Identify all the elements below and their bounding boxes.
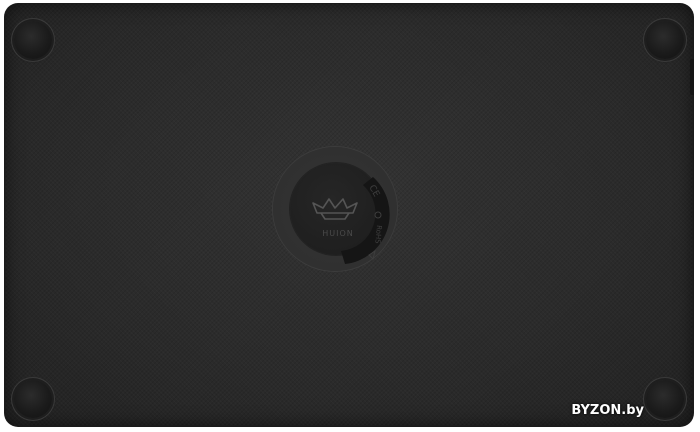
- label-dark-arc: [341, 177, 390, 264]
- rubber-foot-top-right: [646, 21, 684, 59]
- brand-logo-text: HUION: [322, 229, 354, 238]
- store-watermark: BYZON.by: [571, 403, 644, 418]
- crown-logo-icon: [312, 198, 358, 220]
- rubber-foot-top-left: [14, 21, 52, 59]
- rubber-foot-bottom-left: [14, 380, 52, 418]
- rubber-foot-bottom-right: [646, 380, 684, 418]
- label-markings: CE RoHS: [312, 177, 390, 264]
- product-photo: CE RoHS HUION BYZON.by: [0, 0, 700, 432]
- rohs-mark: RoHS: [373, 225, 383, 245]
- side-button: [690, 59, 694, 95]
